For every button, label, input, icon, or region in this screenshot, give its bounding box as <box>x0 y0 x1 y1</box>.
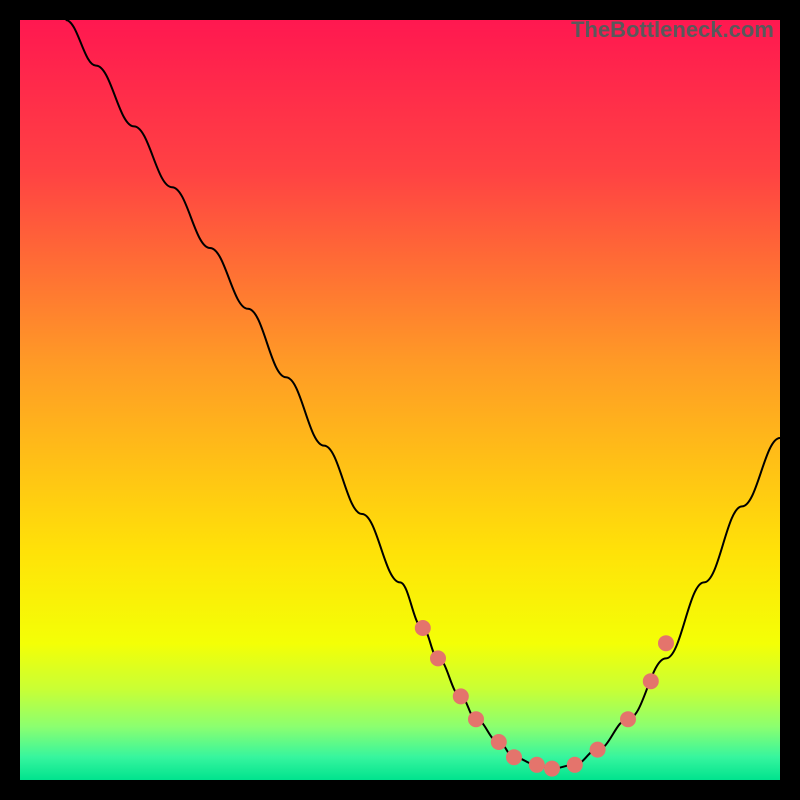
highlight-dot <box>544 761 560 777</box>
highlight-dot <box>590 742 606 758</box>
highlight-dot <box>415 620 431 636</box>
highlight-dot <box>620 711 636 727</box>
highlight-dot <box>567 757 583 773</box>
highlight-dot <box>430 650 446 666</box>
highlight-dot <box>468 711 484 727</box>
highlight-dot <box>658 635 674 651</box>
watermark-text: TheBottleneck.com <box>571 17 774 43</box>
highlight-dot <box>529 757 545 773</box>
chart-frame: TheBottleneck.com <box>20 20 780 780</box>
highlight-dot <box>643 673 659 689</box>
highlight-dot <box>491 734 507 750</box>
highlight-dot <box>453 688 469 704</box>
gradient-background <box>20 20 780 780</box>
chart-svg <box>20 20 780 780</box>
highlight-dot <box>506 749 522 765</box>
